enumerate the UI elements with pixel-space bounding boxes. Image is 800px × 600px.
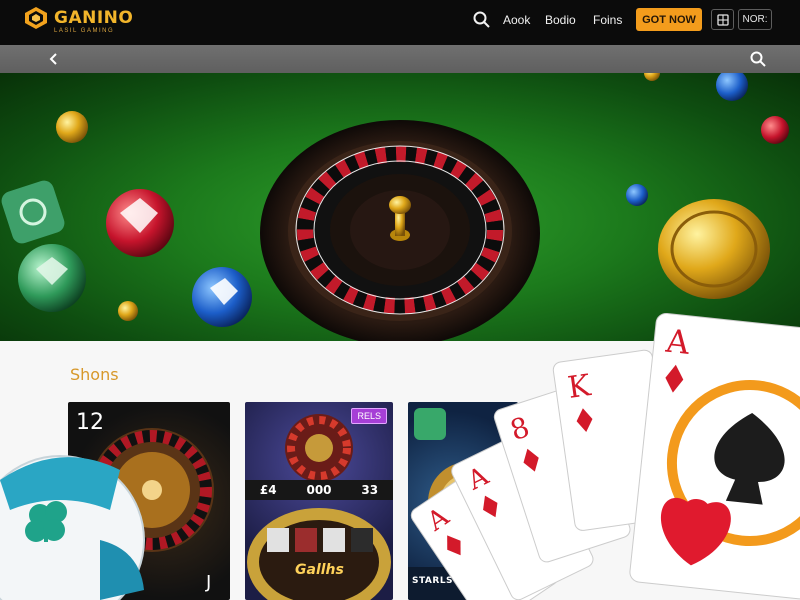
gold-chip [658, 199, 770, 299]
logo-mark-icon [25, 7, 47, 29]
cta-button[interactable]: GOT NOW [636, 8, 702, 31]
gold-ball [56, 111, 88, 143]
window-icon [716, 13, 729, 26]
hero-illustration [1, 73, 789, 341]
nav-link-bodio[interactable]: Bodio [545, 13, 576, 27]
tile-adventure-art [408, 408, 518, 600]
tile-corner-label: J [206, 572, 212, 593]
logo-subtext: LASIL GAMING [54, 28, 115, 34]
section-title: Shons [70, 365, 119, 384]
game-tile-slots[interactable]: RELS £4 000 33 Gallhs [245, 402, 393, 600]
hero-banner[interactable] [0, 73, 800, 341]
jackpot-right: 33 [361, 483, 379, 497]
nav-link-foins[interactable]: Foins [593, 13, 622, 27]
top-header: GANINO LASIL GAMING Aook Bodio Foins GOT… [0, 0, 800, 45]
page-root: GANINO LASIL GAMING Aook Bodio Foins GOT… [0, 0, 800, 600]
subbar-search-icon[interactable] [749, 50, 767, 68]
game-tile-roulette[interactable]: 12 J [68, 402, 230, 600]
tile-title: STARLSTIANNA [412, 576, 495, 586]
logo-text: GANINO [54, 8, 134, 28]
window-button[interactable] [711, 9, 734, 30]
jackpot-mid: 000 [306, 483, 332, 497]
game-tile-adventure[interactable]: STARLSTIANNA [408, 402, 518, 600]
tile-number: 12 [76, 410, 104, 435]
jackpot-left: £4 [259, 483, 277, 497]
tile-jackpot-bar: £4 000 33 [245, 480, 393, 500]
search-icon[interactable] [472, 10, 492, 30]
tile-brand: Gallhs [295, 562, 344, 578]
nav-link-aook[interactable]: Aook [503, 13, 530, 27]
tile-badge: RELS [351, 408, 387, 424]
language-button[interactable]: NOR: [738, 9, 772, 30]
sub-navigation-bar [0, 45, 800, 73]
green-dice [1, 180, 65, 244]
back-chevron-icon[interactable] [45, 50, 63, 68]
site-logo[interactable]: GANINO LASIL GAMING [24, 4, 144, 40]
